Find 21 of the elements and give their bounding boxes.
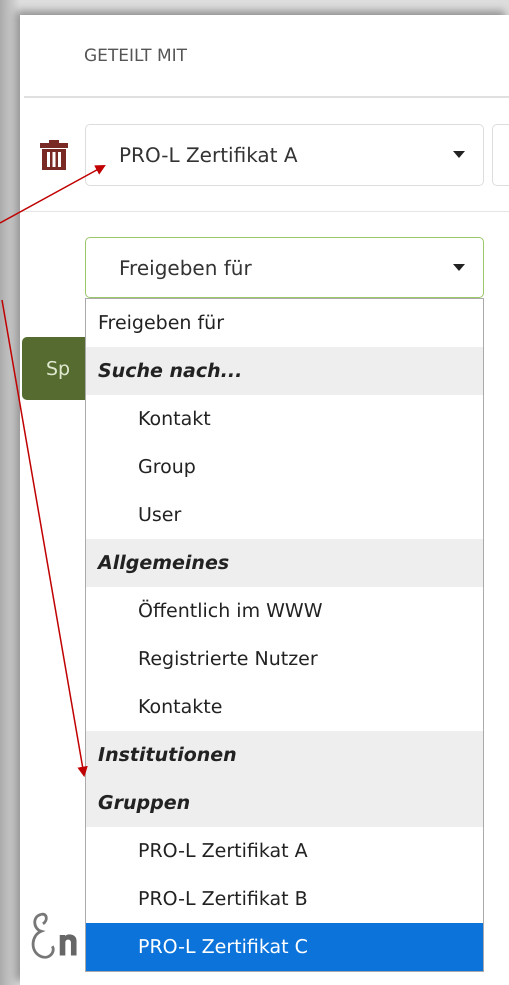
option-group-label: Suche nach... xyxy=(86,347,483,395)
option-group-label: Institutionen xyxy=(86,731,483,779)
save-button[interactable]: Sp xyxy=(22,337,85,400)
dropdown-option[interactable]: PRO-L Zertifikat A xyxy=(86,827,483,875)
dropdown-option[interactable]: User xyxy=(86,491,483,539)
caret-icon xyxy=(453,264,465,271)
share-select[interactable]: Freigeben für xyxy=(85,237,484,298)
option-group-label: Allgemeines xyxy=(86,539,483,587)
dropdown-option[interactable]: Kontakte xyxy=(86,683,483,731)
group-select[interactable]: PRO-L Zertifikat A xyxy=(85,124,484,186)
caret-icon xyxy=(453,151,465,158)
dropdown-option[interactable]: Registrierte Nutzer xyxy=(86,635,483,683)
dropdown-option[interactable]: PRO-L Zertifikat B xyxy=(86,875,483,923)
dropdown-option[interactable]: Öffentlich im WWW xyxy=(86,587,483,635)
dropdown-option[interactable]: Group xyxy=(86,443,483,491)
trash-icon[interactable] xyxy=(40,140,68,170)
dropdown-option[interactable]: Kontakt xyxy=(86,395,483,443)
option-group-label: Gruppen xyxy=(86,779,483,827)
section-title: GETEILT MIT xyxy=(84,46,188,66)
dropdown-option[interactable]: Freigeben für xyxy=(86,299,483,347)
dropdown-option[interactable]: PRO-L Zertifikat C xyxy=(86,923,483,971)
